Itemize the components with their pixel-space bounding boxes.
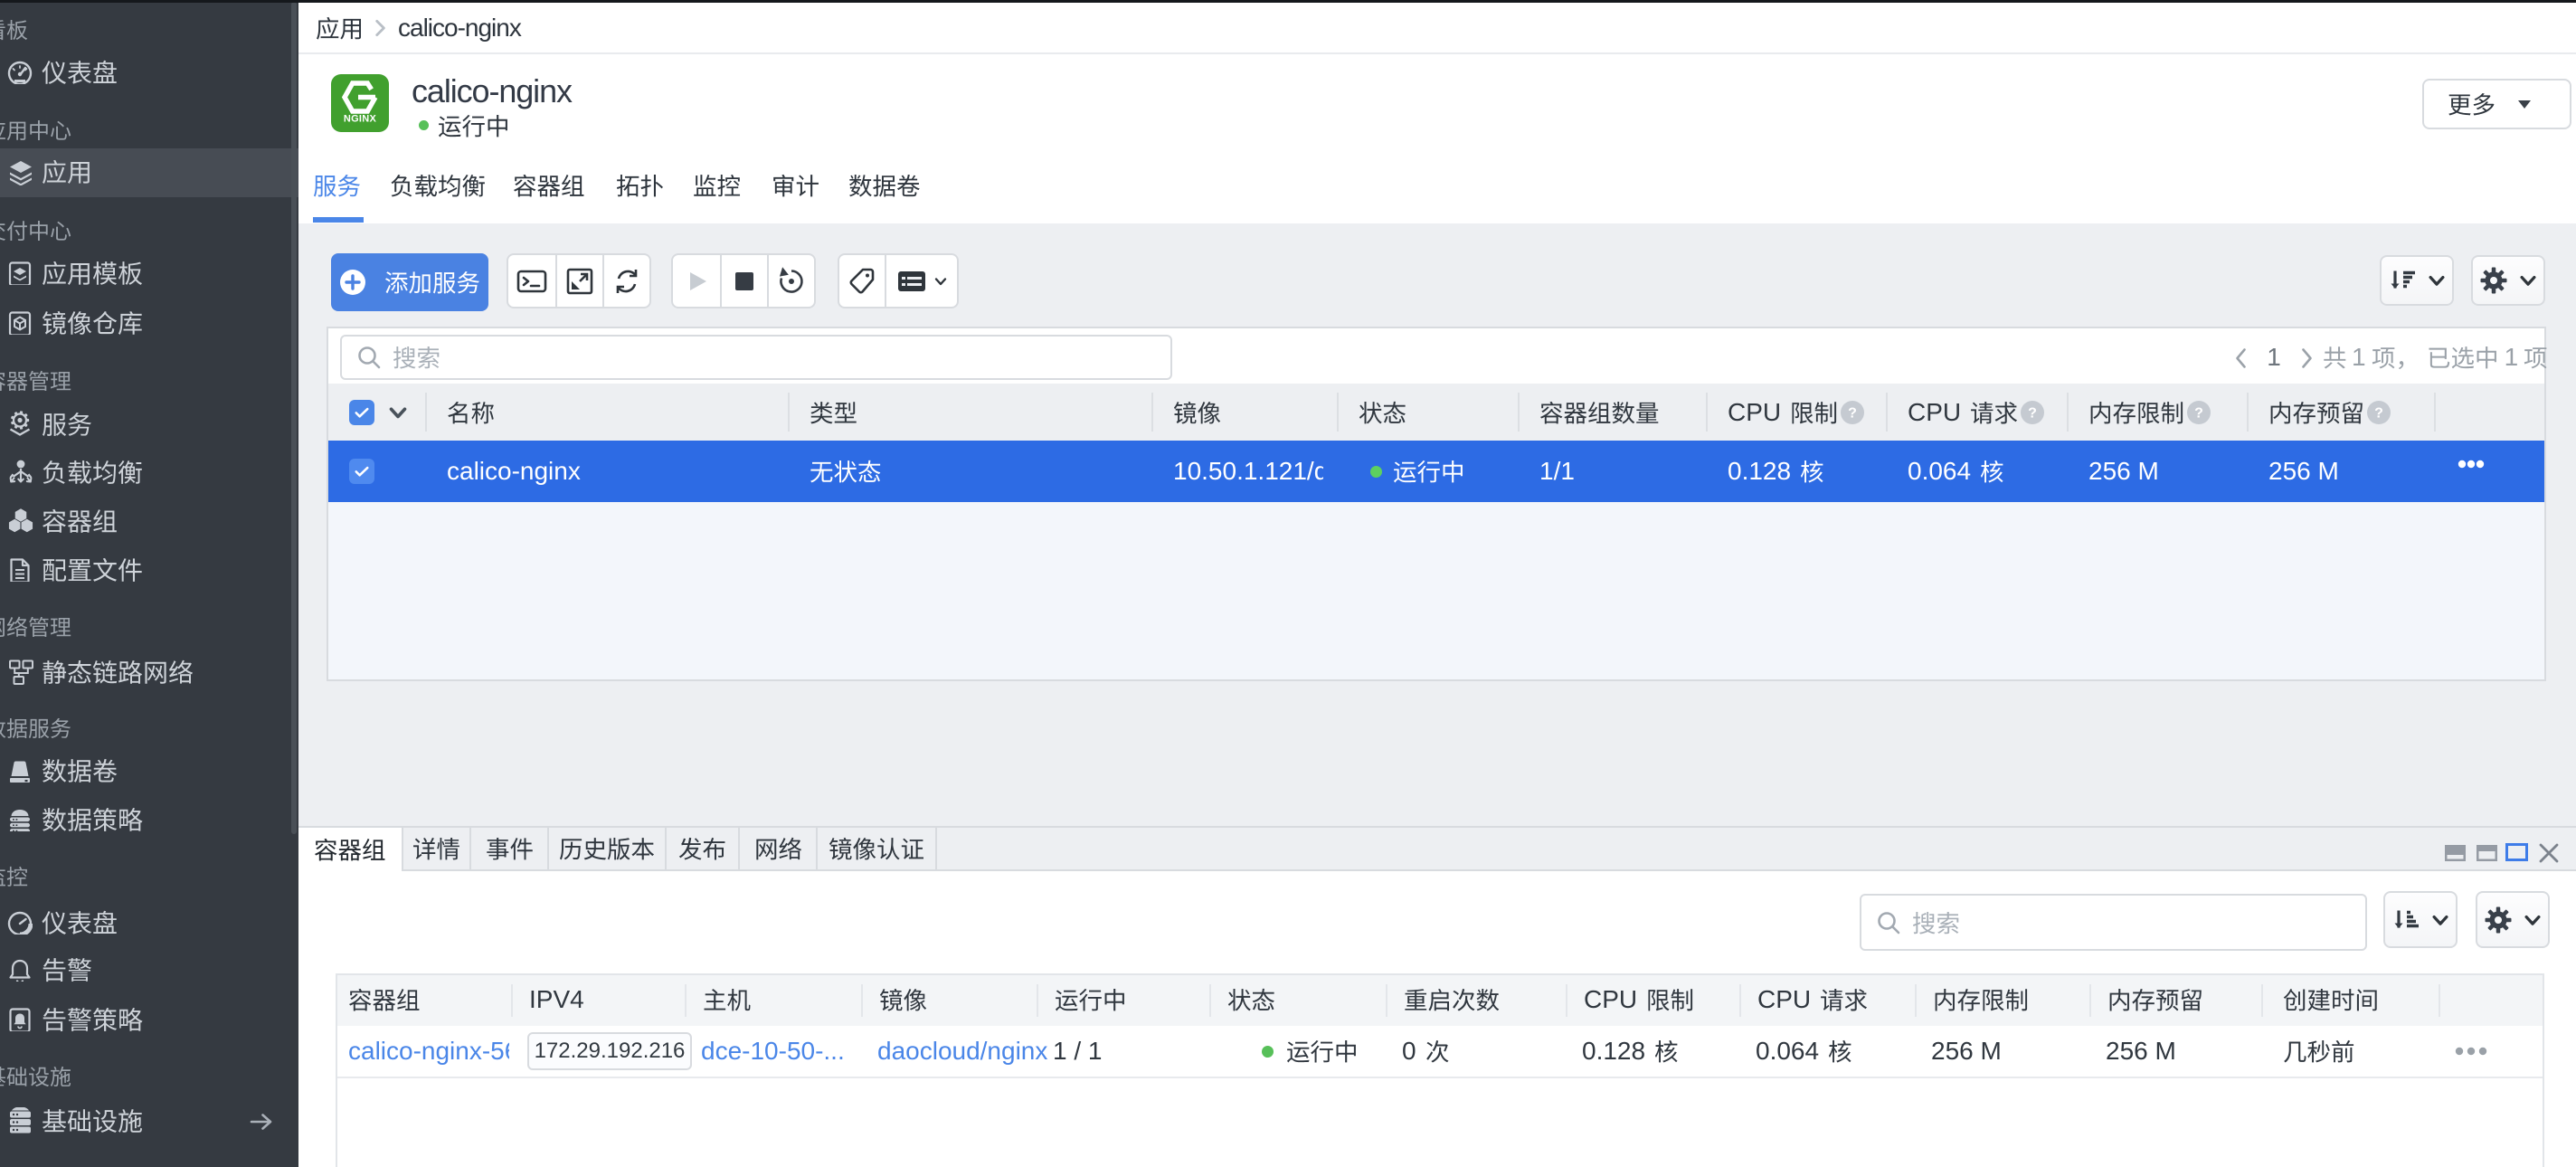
svg-text:?: ?	[2194, 405, 2203, 421]
svg-text:?: ?	[2028, 405, 2037, 421]
svg-text:NGINX: NGINX	[344, 114, 377, 125]
svg-text:?: ?	[1848, 405, 1857, 421]
svg-text:?: ?	[2374, 405, 2383, 421]
